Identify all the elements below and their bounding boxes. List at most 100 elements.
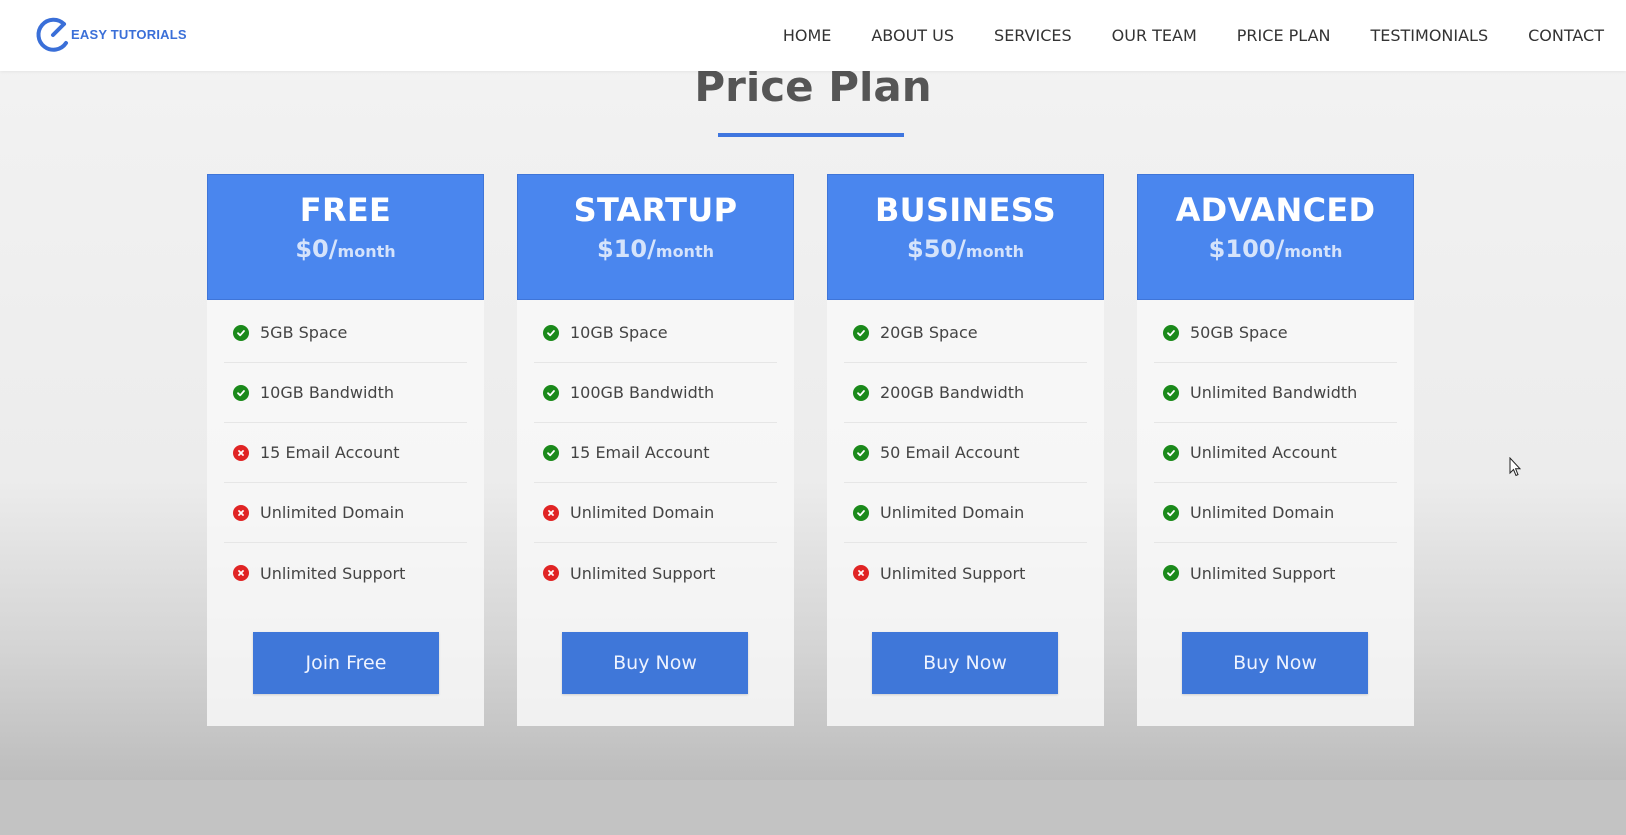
feature-label: Unlimited Account <box>1190 443 1337 462</box>
logo-mark-icon <box>36 17 68 52</box>
pricing-card-free: FREE $0/month 5GB Space 10GB Bandwidth 15 … <box>207 174 484 726</box>
buy-now-button-business[interactable]: Buy Now <box>872 632 1058 694</box>
plan-price: $0/month <box>208 235 483 263</box>
mouse-cursor-icon <box>1509 457 1521 477</box>
buy-now-button-startup[interactable]: Buy Now <box>562 632 748 694</box>
x-circle-icon <box>233 565 249 581</box>
check-circle-icon <box>1163 384 1179 401</box>
price-unit: month <box>1284 242 1343 261</box>
check-circle-icon <box>543 384 559 401</box>
feature-item: Unlimited Bandwidth <box>1154 363 1397 423</box>
feature-label: 10GB Space <box>570 323 668 342</box>
navbar: EASY TUTORIALS HOME ABOUT US SERVICES OU… <box>0 0 1626 71</box>
feature-item: 100GB Bandwidth <box>534 363 777 423</box>
nav-testimonials[interactable]: TESTIMONIALS <box>1370 26 1488 45</box>
price-unit: month <box>965 242 1024 261</box>
feature-item: 10GB Bandwidth <box>224 363 467 423</box>
feature-label: Unlimited Support <box>260 563 406 583</box>
feature-label: Unlimited Support <box>880 563 1026 583</box>
plan-name: BUSINESS <box>874 191 1057 229</box>
check-circle-icon <box>853 504 869 521</box>
feature-label: Unlimited Bandwidth <box>1190 383 1358 402</box>
feature-list: 50GB Space Unlimited Bandwidth Unlimited A… <box>1137 303 1414 603</box>
feature-label: Unlimited Domain <box>260 503 405 522</box>
feature-label: 50 Email Account <box>880 443 1020 462</box>
price-amount: $50/ <box>907 235 966 263</box>
check-circle-icon <box>233 384 249 401</box>
pricing-card-startup: STARTUP $10/month 10GB Space 100GB Bandwi… <box>517 174 794 726</box>
feature-label: Unlimited Domain <box>570 503 715 522</box>
x-circle-icon <box>853 565 869 581</box>
feature-list: 10GB Space 100GB Bandwidth 15 Email Accoun… <box>517 303 794 603</box>
feature-item: 10GB Space <box>534 303 777 363</box>
feature-item: Unlimited Support <box>1154 543 1397 603</box>
card-header: FREE $0/month <box>207 174 484 300</box>
nav-our-team[interactable]: OUR TEAM <box>1112 26 1197 45</box>
join-free-button[interactable]: Join Free <box>253 632 439 694</box>
plan-name: ADVANCED <box>1175 191 1376 229</box>
card-header: ADVANCED $100/month <box>1137 174 1414 300</box>
feature-item: Unlimited Support <box>844 543 1087 603</box>
check-circle-icon <box>543 444 559 461</box>
logo[interactable]: EASY TUTORIALS <box>33 14 213 56</box>
feature-item: Unlimited Domain <box>534 483 777 543</box>
feature-item: 200GB Bandwidth <box>844 363 1087 423</box>
price-amount: $10/ <box>597 235 656 263</box>
feature-label: 15 Email Account <box>570 443 710 462</box>
card-header: BUSINESS $50/month <box>827 174 1104 300</box>
check-circle-icon <box>1163 504 1179 521</box>
plan-name: FREE <box>299 191 392 229</box>
feature-list: 20GB Space 200GB Bandwidth 50 Email Accoun… <box>827 303 1104 603</box>
plan-name: STARTUP <box>573 191 738 229</box>
check-circle-icon <box>1163 324 1179 341</box>
feature-item: 50 Email Account <box>844 423 1087 483</box>
feature-label: 200GB Bandwidth <box>880 383 1025 402</box>
feature-label: 50GB Space <box>1190 323 1288 342</box>
feature-label: Unlimited Domain <box>880 503 1025 522</box>
x-circle-icon <box>233 504 249 521</box>
price-unit: month <box>655 242 714 261</box>
feature-label: Unlimited Support <box>570 563 716 583</box>
pricing-cards: FREE $0/month 5GB Space 10GB Bandwidth 15 … <box>207 174 1414 726</box>
title-underline <box>718 133 904 137</box>
feature-list: 5GB Space 10GB Bandwidth 15 Email Account U… <box>207 303 484 603</box>
check-circle-icon <box>1163 565 1179 581</box>
feature-label: 5GB Space <box>260 323 348 342</box>
buy-now-button-advanced[interactable]: Buy Now <box>1182 632 1368 694</box>
feature-item: 15 Email Account <box>224 423 467 483</box>
pricing-card-business: BUSINESS $50/month 20GB Space 200GB Bandw… <box>827 174 1104 726</box>
feature-label: 10GB Bandwidth <box>260 383 394 402</box>
feature-item: 20GB Space <box>844 303 1087 363</box>
x-circle-icon <box>233 444 249 461</box>
nav-menu: HOME ABOUT US SERVICES OUR TEAM PRICE PL… <box>783 0 1604 71</box>
feature-label: Unlimited Support <box>1190 563 1336 583</box>
check-circle-icon <box>543 324 559 341</box>
feature-item: Unlimited Support <box>224 543 467 603</box>
nav-home[interactable]: HOME <box>783 26 832 45</box>
feature-item: 50GB Space <box>1154 303 1397 363</box>
feature-item: 5GB Space <box>224 303 467 363</box>
nav-about-us[interactable]: ABOUT US <box>871 26 954 45</box>
pricing-card-advanced: ADVANCED $100/month 50GB Space Unlimited … <box>1137 174 1414 726</box>
feature-item: Unlimited Account <box>1154 423 1397 483</box>
check-circle-icon <box>233 324 249 341</box>
nav-price-plan[interactable]: PRICE PLAN <box>1237 26 1331 45</box>
x-circle-icon <box>543 565 559 581</box>
feature-item: Unlimited Domain <box>1154 483 1397 543</box>
card-header: STARTUP $10/month <box>517 174 794 300</box>
feature-item: Unlimited Support <box>534 543 777 603</box>
check-circle-icon <box>853 324 869 341</box>
feature-item: Unlimited Domain <box>224 483 467 543</box>
price-amount: $100/ <box>1208 235 1285 263</box>
check-circle-icon <box>1163 444 1179 461</box>
nav-contact[interactable]: CONTACT <box>1528 26 1604 45</box>
feature-label: 15 Email Account <box>260 443 400 462</box>
feature-label: Unlimited Domain <box>1190 503 1335 522</box>
price-amount: $0/ <box>295 235 338 263</box>
footer-strip <box>0 780 1626 835</box>
nav-services[interactable]: SERVICES <box>994 26 1072 45</box>
feature-item: 15 Email Account <box>534 423 777 483</box>
check-circle-icon <box>853 384 869 401</box>
feature-label: 20GB Space <box>880 323 978 342</box>
x-circle-icon <box>543 504 559 521</box>
